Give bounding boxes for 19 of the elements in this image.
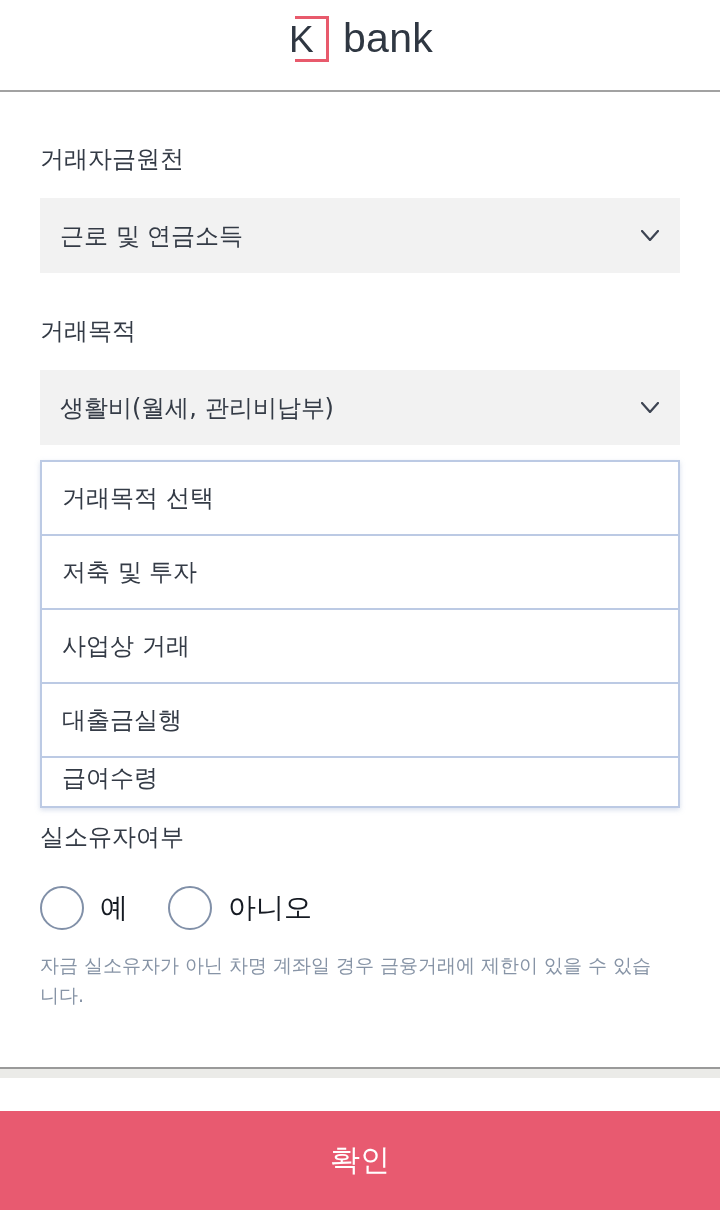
dropdown-select[interactable]: 근로 및 연금소득: [40, 198, 680, 273]
dropdown-option[interactable]: 거래목적 선택: [42, 462, 678, 536]
field-label: 실소유자여부: [40, 822, 185, 853]
radio-button[interactable]: [168, 886, 212, 930]
dropdown-option[interactable]: 급여수령: [42, 758, 678, 806]
dropdown-option[interactable]: 대출금실행: [42, 684, 678, 758]
helper-text: 자금 실소유자가 아닌 차명 계좌일 경우 금융거래에 제한이 있을 수 있습니다.: [40, 953, 653, 1008]
radio-label: 아니오: [228, 890, 312, 926]
radio-button[interactable]: [40, 886, 84, 930]
chevron-down-icon: [641, 230, 659, 241]
logo-mark: K: [288, 16, 329, 62]
dropdown-option[interactable]: 저축 및 투자: [42, 536, 678, 610]
field-label: 거래자금원천: [40, 144, 185, 175]
logo-wordmark: bank: [342, 15, 434, 61]
chevron-down-icon: [641, 402, 659, 413]
field-label: 거래목적: [40, 316, 137, 347]
radio-label: 예: [100, 890, 128, 926]
dropdown-option[interactable]: 사업상 거래: [42, 610, 678, 684]
dropdown-select[interactable]: 생활비(월세, 관리비납부): [40, 370, 680, 445]
